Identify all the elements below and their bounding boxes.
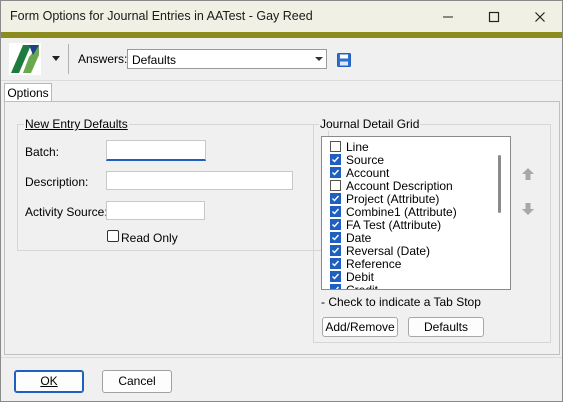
minimize-icon <box>443 16 453 17</box>
list-item-label: Reference <box>346 256 402 271</box>
list-item-label: Source <box>346 152 385 167</box>
list-item[interactable]: Account <box>330 165 390 180</box>
answers-select[interactable]: Defaults <box>127 49 327 69</box>
chevron-down-icon <box>315 57 323 61</box>
tab-options[interactable]: Options <box>4 83 52 102</box>
list-item[interactable]: Line <box>330 139 369 154</box>
list-item-label: FA Test (Attribute) <box>346 217 442 232</box>
tab-stop-hint: - Check to indicate a Tab Stop <box>321 295 481 309</box>
window-title: Form Options for Journal Entries in AATe… <box>10 9 313 23</box>
list-item-label: Date <box>346 230 372 245</box>
cancel-button[interactable]: Cancel <box>102 370 172 393</box>
list-item-label: Project (Attribute) <box>346 191 440 206</box>
description-field[interactable] <box>106 171 293 190</box>
arrow-up-icon <box>522 168 534 180</box>
close-icon <box>535 11 545 22</box>
list-item[interactable]: Date <box>330 230 372 245</box>
checkbox-checked-icon[interactable] <box>330 154 341 165</box>
new-entry-defaults-title: New Entry Defaults <box>24 117 129 131</box>
answers-label: Answers: <box>78 52 128 66</box>
arrow-down-icon <box>522 203 534 215</box>
checkbox-checked-icon[interactable] <box>330 271 341 282</box>
list-item[interactable]: Reference <box>330 256 402 271</box>
add-remove-button[interactable]: Add/Remove <box>322 317 398 337</box>
app-logo-icon[interactable] <box>9 43 41 75</box>
activity-source-field[interactable] <box>106 201 205 220</box>
list-item[interactable]: Project (Attribute) <box>330 191 440 206</box>
checkbox-checked-icon[interactable] <box>330 232 341 243</box>
description-label: Description: <box>25 175 89 189</box>
list-scrollbar[interactable] <box>498 155 501 213</box>
list-item[interactable]: Credit <box>330 282 379 290</box>
list-item[interactable]: Reversal (Date) <box>330 243 431 258</box>
list-item-label: Reversal (Date) <box>346 243 431 258</box>
list-item-label: Combine1 (Attribute) <box>346 204 457 219</box>
journal-detail-grid-list[interactable]: Line Source Account Account Description Proj… <box>321 136 511 290</box>
list-item[interactable]: FA Test (Attribute) <box>330 217 442 232</box>
logo-dropdown-button[interactable] <box>49 51 63 65</box>
ok-button[interactable]: OK <box>14 370 84 393</box>
list-item[interactable]: Account Description <box>330 178 453 193</box>
options-panel: New Entry Defaults Batch: Description: A… <box>4 101 560 355</box>
ok-label: OK <box>40 374 58 388</box>
checkbox-unchecked-icon[interactable] <box>330 141 341 152</box>
move-down-button[interactable] <box>517 198 539 220</box>
batch-label: Batch: <box>25 145 60 159</box>
maximize-icon <box>488 11 500 22</box>
checkbox-checked-icon[interactable] <box>330 167 341 178</box>
minimize-button[interactable] <box>425 1 471 32</box>
list-item[interactable]: Source <box>330 152 385 167</box>
list-item-label: Account <box>346 165 390 180</box>
form-options-window: Form Options for Journal Entries in AATe… <box>0 0 563 402</box>
list-item[interactable]: Combine1 (Attribute) <box>330 204 457 219</box>
defaults-button[interactable]: Defaults <box>408 317 484 337</box>
read-only-checkbox[interactable] <box>107 230 119 242</box>
checkbox-checked-icon[interactable] <box>330 258 341 269</box>
title-bar: Form Options for Journal Entries in AATe… <box>1 1 562 32</box>
batch-field[interactable] <box>106 140 206 161</box>
toolbar: Answers: Defaults <box>1 38 562 81</box>
read-only-label[interactable]: Read Only <box>121 231 178 245</box>
checkbox-checked-icon[interactable] <box>330 245 341 256</box>
close-button[interactable] <box>517 1 563 32</box>
list-item[interactable]: Debit <box>330 269 375 284</box>
checkbox-checked-icon[interactable] <box>330 284 341 289</box>
list-item-label: Account Description <box>346 178 453 193</box>
maximize-button[interactable] <box>471 1 517 32</box>
answers-value: Defaults <box>132 53 177 67</box>
cancel-label: Cancel <box>118 374 156 388</box>
list-item-label: Line <box>346 139 369 154</box>
journal-detail-grid-title: Journal Detail Grid <box>319 117 421 131</box>
chevron-down-icon <box>52 55 60 61</box>
move-up-button[interactable] <box>517 163 539 185</box>
checkbox-unchecked-icon[interactable] <box>330 180 341 191</box>
list-item-label: Debit <box>346 269 375 284</box>
list-item-label: Credit <box>346 282 379 290</box>
activity-source-label: Activity Source: <box>25 205 108 219</box>
checkbox-checked-icon[interactable] <box>330 219 341 230</box>
save-icon[interactable] <box>337 53 351 67</box>
checkbox-checked-icon[interactable] <box>330 206 341 217</box>
footer-divider <box>1 357 562 358</box>
toolbar-divider <box>68 44 69 74</box>
checkbox-checked-icon[interactable] <box>330 193 341 204</box>
